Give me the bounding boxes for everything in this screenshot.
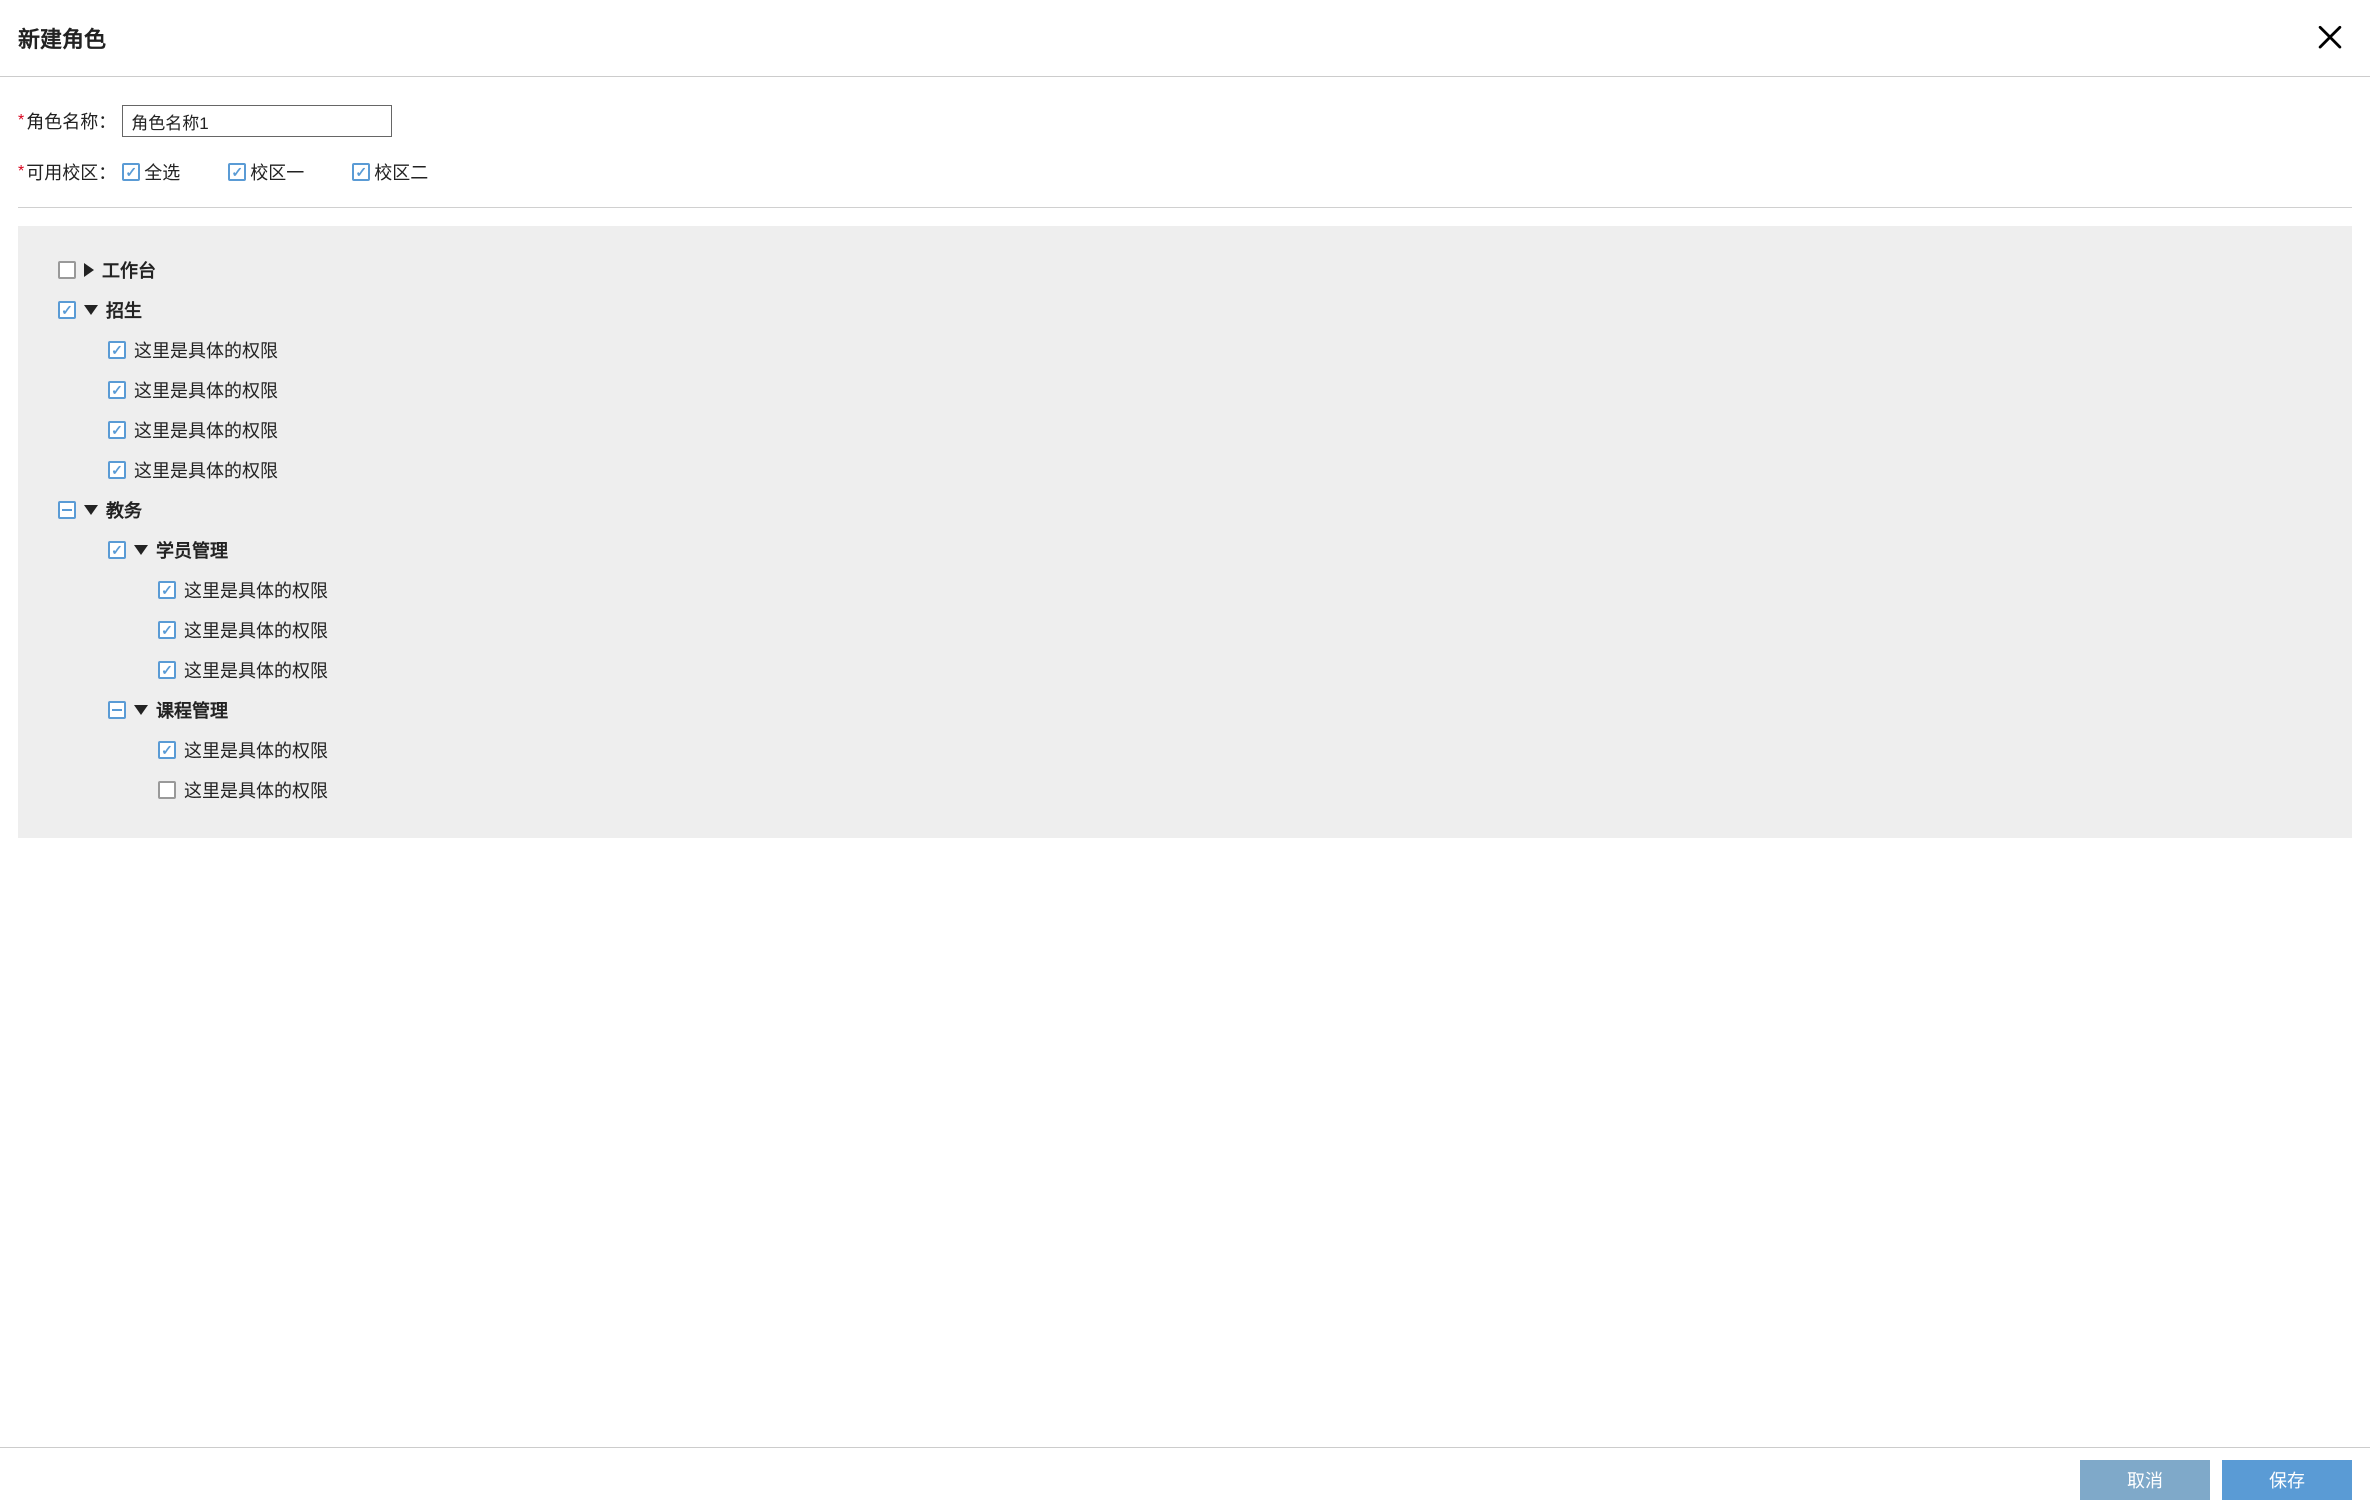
- campus-label: 可用校区：: [26, 159, 116, 185]
- dialog-body: * 角色名称： * 可用校区： 全选 校区一 校区二: [0, 77, 2370, 1417]
- tree-children: 学员管理 这里是具体的权限 这里是具体的权限: [108, 530, 2312, 810]
- checkbox-icon[interactable]: [108, 541, 126, 559]
- caret-down-icon[interactable]: [134, 545, 148, 555]
- cancel-button[interactable]: 取消: [2080, 1460, 2210, 1500]
- tree-row[interactable]: 这里是具体的权限: [158, 650, 2312, 690]
- tree-leaf-label: 这里是具体的权限: [184, 577, 328, 603]
- campus-option-label: 校区二: [374, 159, 428, 185]
- tree-children: 这里是具体的权限 这里是具体的权限 这里是具体的权限: [158, 570, 2312, 690]
- tree-leaf-label: 这里是具体的权限: [184, 777, 328, 803]
- tree-row[interactable]: 课程管理: [108, 690, 2312, 730]
- checkbox-icon[interactable]: [108, 421, 126, 439]
- tree-row[interactable]: 这里是具体的权限: [158, 770, 2312, 810]
- form-row-role-name: * 角色名称：: [18, 105, 2352, 137]
- permission-tree-panel: 工作台 招生 这里是具体的权限 这里是具体的权限: [18, 226, 2352, 838]
- caret-down-icon[interactable]: [134, 705, 148, 715]
- dialog-title: 新建角色: [18, 22, 106, 54]
- checkbox-icon[interactable]: [158, 621, 176, 639]
- tree-row[interactable]: 招生: [58, 290, 2312, 330]
- tree-node-label: 招生: [106, 297, 142, 323]
- campus-select-all-label: 全选: [144, 159, 180, 185]
- tree-leaf-label: 这里是具体的权限: [134, 377, 278, 403]
- tree-node-label: 课程管理: [156, 697, 228, 723]
- tree-node-academic: 教务 学员管理 这里是具体的权限: [58, 490, 2312, 810]
- role-name-input[interactable]: [122, 105, 392, 137]
- caret-right-icon[interactable]: [84, 263, 94, 277]
- form-row-campus: * 可用校区： 全选 校区一 校区二: [18, 159, 2352, 185]
- required-mark: *: [18, 163, 24, 181]
- tree-children: 这里是具体的权限 这里是具体的权限 这里是具体的权限 这里是具体的权限: [108, 330, 2312, 490]
- dialog-create-role: 新建角色 * 角色名称： * 可用校区： 全选 校区一: [0, 0, 2370, 1512]
- role-name-label: 角色名称：: [26, 108, 116, 134]
- dialog-header: 新建角色: [0, 0, 2370, 77]
- checkbox-icon[interactable]: [58, 301, 76, 319]
- tree-row[interactable]: 这里是具体的权限: [158, 610, 2312, 650]
- tree-row[interactable]: 学员管理: [108, 530, 2312, 570]
- tree-leaf-label: 这里是具体的权限: [184, 737, 328, 763]
- tree-leaf-label: 这里是具体的权限: [184, 657, 328, 683]
- checkbox-icon[interactable]: [108, 461, 126, 479]
- tree-row[interactable]: 这里是具体的权限: [158, 570, 2312, 610]
- checkbox-icon[interactable]: [158, 781, 176, 799]
- checkbox-icon[interactable]: [108, 381, 126, 399]
- tree-leaf-label: 这里是具体的权限: [134, 417, 278, 443]
- checkbox-icon[interactable]: [158, 661, 176, 679]
- tree-leaf-label: 这里是具体的权限: [134, 337, 278, 363]
- tree-node-label: 学员管理: [156, 537, 228, 563]
- tree-leaf-label: 这里是具体的权限: [134, 457, 278, 483]
- checkbox-icon: [122, 163, 140, 181]
- campus-option-1[interactable]: 校区一: [228, 159, 304, 185]
- campus-option-label: 校区一: [250, 159, 304, 185]
- close-icon[interactable]: [2310, 18, 2350, 58]
- checkbox-icon: [352, 163, 370, 181]
- tree-row[interactable]: 这里是具体的权限: [108, 330, 2312, 370]
- tree-row[interactable]: 这里是具体的权限: [158, 730, 2312, 770]
- caret-down-icon[interactable]: [84, 305, 98, 315]
- caret-down-icon[interactable]: [84, 505, 98, 515]
- campus-select-all[interactable]: 全选: [122, 159, 180, 185]
- tree-node-label: 教务: [106, 497, 142, 523]
- tree-node-course-mgmt: 课程管理 这里是具体的权限 这里是具体的权限: [108, 690, 2312, 810]
- dialog-footer: 取消 保存: [0, 1447, 2370, 1512]
- tree-node-admissions: 招生 这里是具体的权限 这里是具体的权限 这里是具体的权限: [58, 290, 2312, 490]
- checkbox-icon[interactable]: [108, 341, 126, 359]
- tree-row[interactable]: 这里是具体的权限: [108, 410, 2312, 450]
- checkbox-icon[interactable]: [58, 261, 76, 279]
- tree-row[interactable]: 这里是具体的权限: [108, 450, 2312, 490]
- tree-row[interactable]: 教务: [58, 490, 2312, 530]
- divider: [18, 207, 2352, 208]
- save-button[interactable]: 保存: [2222, 1460, 2352, 1500]
- checkbox-indeterminate-icon[interactable]: [108, 701, 126, 719]
- tree-node-workbench: 工作台: [58, 250, 2312, 290]
- tree-row[interactable]: 这里是具体的权限: [108, 370, 2312, 410]
- campus-checkbox-group: 全选 校区一 校区二: [122, 159, 428, 185]
- tree-leaf-label: 这里是具体的权限: [184, 617, 328, 643]
- campus-option-2[interactable]: 校区二: [352, 159, 428, 185]
- tree-node-label: 工作台: [102, 257, 156, 283]
- checkbox-icon[interactable]: [158, 581, 176, 599]
- checkbox-icon: [228, 163, 246, 181]
- checkbox-icon[interactable]: [158, 741, 176, 759]
- tree-node-student-mgmt: 学员管理 这里是具体的权限 这里是具体的权限: [108, 530, 2312, 690]
- tree-row[interactable]: 工作台: [58, 250, 2312, 290]
- checkbox-indeterminate-icon[interactable]: [58, 501, 76, 519]
- required-mark: *: [18, 112, 24, 130]
- tree-children: 这里是具体的权限 这里是具体的权限: [158, 730, 2312, 810]
